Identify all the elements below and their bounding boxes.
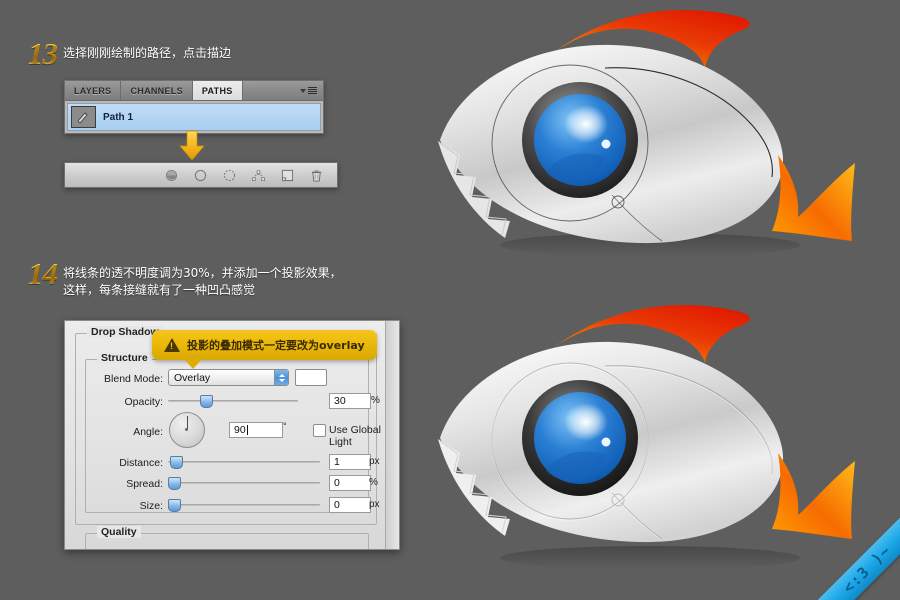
tab-paths[interactable]: PATHS bbox=[192, 81, 243, 100]
spread-slider[interactable] bbox=[168, 477, 320, 490]
blend-mode-value: Overlay bbox=[174, 371, 211, 384]
tab-layers[interactable]: LAYERS bbox=[65, 81, 122, 100]
distance-slider-track bbox=[168, 461, 320, 463]
size-label: Size: bbox=[139, 500, 163, 512]
callout-text: 投影的叠加模式一定要改为overlay bbox=[187, 339, 365, 352]
path-row-path-1[interactable]: Path 1 bbox=[67, 103, 321, 131]
robotic-fish-illustration-bottom bbox=[438, 305, 855, 570]
tab-channels[interactable]: CHANNELS bbox=[121, 81, 193, 100]
size-slider[interactable] bbox=[168, 499, 320, 512]
delete-path-icon[interactable] bbox=[310, 169, 323, 182]
new-path-icon[interactable] bbox=[281, 169, 294, 182]
opacity-slider-knob[interactable] bbox=[200, 395, 213, 408]
paths-panel-tabbar: LAYERS CHANNELS PATHS bbox=[65, 81, 323, 101]
size-unit: px bbox=[369, 499, 380, 510]
opacity-slider-track bbox=[168, 400, 298, 402]
panel-menu-icon[interactable] bbox=[300, 81, 323, 100]
opacity-label: Opacity: bbox=[124, 396, 163, 408]
use-global-light-checkbox[interactable] bbox=[313, 424, 326, 437]
step-text-14: 将线条的透不明度调为30%，并添加一个投影效果， 这样，每条接缝就有了一种凹凸感… bbox=[63, 266, 342, 297]
angle-label: Angle: bbox=[133, 426, 163, 438]
size-slider-knob[interactable] bbox=[168, 499, 181, 512]
step-text-13: 选择刚刚绘制的路径，点击描边 bbox=[63, 46, 232, 60]
spread-slider-track bbox=[168, 482, 320, 484]
blend-mode-label: Blend Mode: bbox=[104, 373, 163, 385]
opacity-input[interactable]: 30 bbox=[329, 393, 371, 409]
angle-input[interactable]: 90 bbox=[229, 422, 283, 438]
angle-dial-hub bbox=[185, 428, 188, 431]
overlay-warning-callout: 投影的叠加模式一定要改为overlay bbox=[152, 330, 377, 369]
opacity-unit: % bbox=[371, 395, 380, 406]
angle-dial[interactable] bbox=[169, 412, 205, 448]
spread-unit: % bbox=[369, 477, 378, 488]
distance-slider-knob[interactable] bbox=[170, 456, 183, 469]
angle-unit: ° bbox=[283, 421, 287, 431]
fill-path-icon[interactable] bbox=[165, 169, 178, 182]
chevron-down-icon bbox=[300, 88, 306, 93]
spread-input[interactable]: 0 bbox=[329, 475, 371, 491]
step-number-14: 14 bbox=[28, 256, 58, 291]
distance-slider[interactable] bbox=[168, 456, 320, 469]
spread-label: Spread: bbox=[126, 478, 163, 490]
paths-panel: LAYERS CHANNELS PATHS Path 1 bbox=[64, 80, 324, 134]
dialog-scrollbar[interactable] bbox=[385, 321, 399, 549]
load-path-as-selection-icon[interactable] bbox=[223, 169, 236, 182]
blend-mode-stepper-icon[interactable] bbox=[274, 370, 288, 385]
make-work-path-icon[interactable] bbox=[252, 169, 265, 182]
paths-panel-toolbar bbox=[64, 162, 338, 188]
hamburger-icon bbox=[308, 87, 317, 94]
distance-input[interactable]: 1 bbox=[329, 454, 371, 470]
opacity-slider[interactable] bbox=[168, 395, 298, 408]
stroke-path-icon[interactable] bbox=[194, 169, 207, 182]
spread-slider-knob[interactable] bbox=[168, 477, 181, 490]
shadow-color-swatch[interactable] bbox=[295, 369, 327, 386]
path-thumbnail-icon bbox=[71, 106, 96, 128]
screenshot-canvas: 13 选择刚刚绘制的路径，点击描边 LAYERS CHANNELS PATHS … bbox=[0, 0, 900, 600]
distance-label: Distance: bbox=[119, 457, 163, 469]
robotic-fish-illustration-top bbox=[438, 10, 855, 255]
size-slider-track bbox=[168, 504, 320, 506]
distance-unit: px bbox=[369, 456, 380, 467]
structure-title: Structure bbox=[97, 352, 152, 364]
callout-tail bbox=[184, 359, 202, 369]
paths-panel-body: Path 1 bbox=[65, 101, 323, 133]
down-arrow-icon bbox=[179, 130, 205, 161]
blend-mode-select[interactable]: Overlay bbox=[168, 369, 289, 386]
quality-title: Quality bbox=[97, 526, 141, 538]
step-number-13: 13 bbox=[28, 36, 58, 71]
warning-triangle-icon bbox=[164, 338, 180, 352]
size-input[interactable]: 0 bbox=[329, 497, 371, 513]
path-row-label: Path 1 bbox=[103, 111, 134, 123]
